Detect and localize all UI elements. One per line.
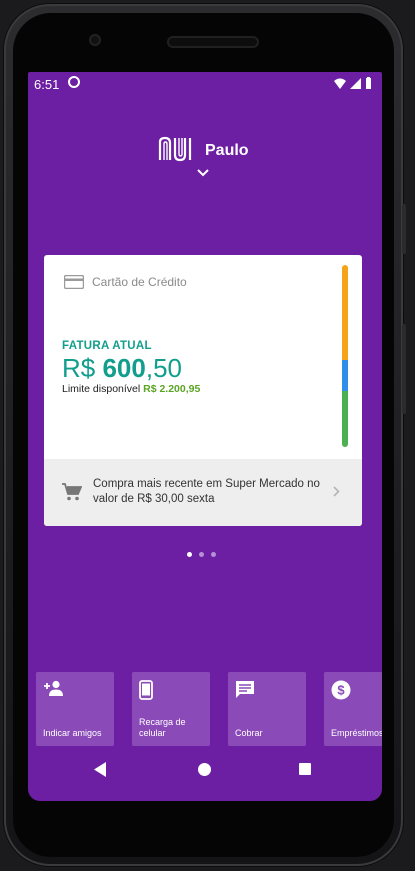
status-time: 6:51 xyxy=(34,77,60,92)
invoice-amount: R$ 600,50 xyxy=(62,353,183,383)
usage-bar-segment xyxy=(342,391,348,447)
chevron-right-icon xyxy=(333,486,340,497)
status-bar: 6:51 xyxy=(28,72,382,96)
shortcut-label: Indicar amigos xyxy=(43,728,102,738)
shortcut-label: Recarga de celular xyxy=(139,717,186,738)
home-icon[interactable] xyxy=(198,763,211,776)
back-icon[interactable] xyxy=(94,762,107,777)
chevron-down-icon[interactable] xyxy=(196,168,210,178)
nubank-logo xyxy=(158,136,192,162)
front-camera xyxy=(89,34,101,46)
app-screen: 6:51 Paulo Cartão de Crédito FATURA ATUA… xyxy=(28,72,382,801)
earpiece-speaker xyxy=(167,36,259,48)
chat-icon xyxy=(236,681,254,698)
pager-dot[interactable] xyxy=(211,552,216,557)
phone-icon xyxy=(139,680,153,700)
available-limit: Limite disponível R$ 2.200,95 xyxy=(62,383,201,395)
shortcut-indicar-amigos[interactable]: Indicar amigos xyxy=(36,672,114,746)
shortcut-recarga-celular[interactable]: Recarga de celular xyxy=(132,672,210,746)
pager-dot[interactable] xyxy=(187,552,192,557)
system-nav-bar xyxy=(28,762,382,801)
notification-icon xyxy=(68,76,80,88)
svg-text:$: $ xyxy=(337,683,345,698)
limit-usage-bar xyxy=(342,265,348,447)
usage-bar-segment xyxy=(342,265,348,360)
user-name[interactable]: Paulo xyxy=(205,142,249,160)
shortcut-label: Empréstimos xyxy=(331,728,382,738)
volume-button xyxy=(402,204,406,254)
card-title: Cartão de Crédito xyxy=(92,275,187,289)
shortcut-cobrar[interactable]: Cobrar xyxy=(228,672,306,746)
recent-purchase-row[interactable]: Compra mais recente em Super Mercado no … xyxy=(44,459,362,526)
credit-card-panel[interactable]: Cartão de Crédito FATURA ATUAL R$ 600,50… xyxy=(44,255,362,526)
carousel-pager xyxy=(187,552,216,557)
power-button xyxy=(402,324,406,414)
add-person-icon xyxy=(44,680,63,696)
battery-icon xyxy=(366,77,371,89)
invoice-label: FATURA ATUAL xyxy=(62,340,152,352)
signal-icon xyxy=(350,77,361,89)
dollar-icon: $ xyxy=(331,680,351,700)
shortcut-label: Cobrar xyxy=(235,728,263,738)
credit-card-icon xyxy=(64,275,84,289)
shortcut-emprestimos[interactable]: $ Empréstimos xyxy=(324,672,382,746)
usage-bar-segment xyxy=(342,360,348,391)
wifi-icon xyxy=(334,78,346,89)
shortcuts-carousel[interactable]: Indicar amigos Recarga de celular Cobrar… xyxy=(36,672,382,747)
shopping-cart-icon xyxy=(62,483,82,501)
recent-apps-icon[interactable] xyxy=(299,763,311,775)
pager-dot[interactable] xyxy=(199,552,204,557)
recent-purchase-text: Compra mais recente em Super Mercado no … xyxy=(93,478,320,505)
